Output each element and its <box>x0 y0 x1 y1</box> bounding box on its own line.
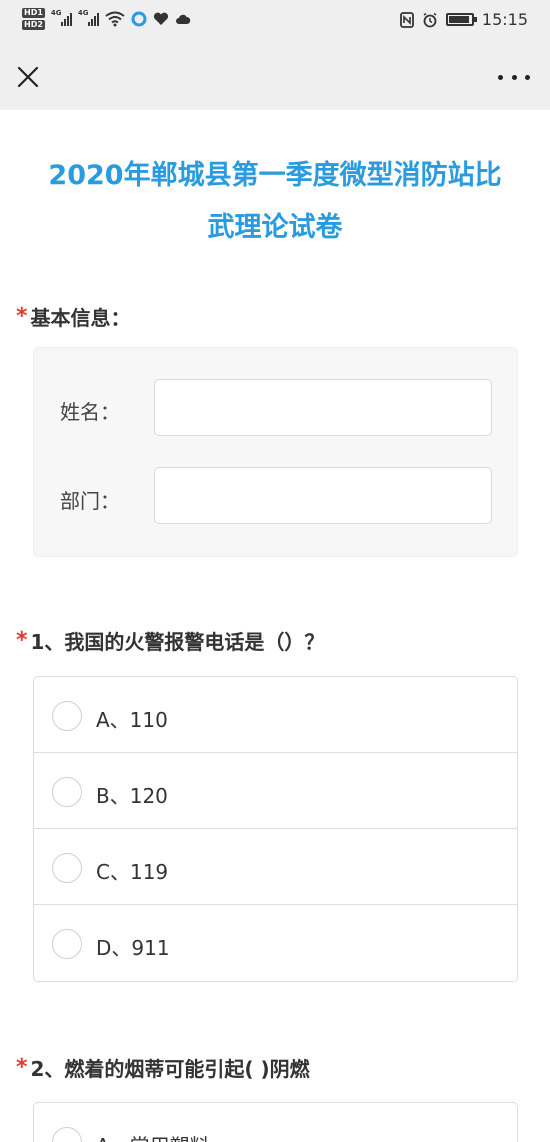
option-label: B、120 <box>96 784 168 808</box>
more-icon-dot <box>498 74 503 80</box>
question-1-heading: * 1、我国的火警报警电话是（）？ <box>16 626 324 655</box>
option-label: C、119 <box>96 860 169 884</box>
more-icon-dot <box>525 74 530 80</box>
hd-icons: HD1 HD2 <box>22 8 45 30</box>
signal-icon: 4G <box>77 9 99 26</box>
radio-button[interactable] <box>52 1127 82 1142</box>
name-label: 姓名： <box>60 400 120 424</box>
question-1-options: A、110 B、120 C、119 D、911 <box>33 676 518 982</box>
question-2-option-a[interactable]: A、常用塑料 <box>34 1103 517 1142</box>
question-1-label: 1、我国的火警报警电话是（）？ <box>30 630 325 654</box>
option-label: D、911 <box>96 936 170 960</box>
question-1-option-d[interactable]: D、911 <box>34 905 517 981</box>
clock: 15:15 <box>481 10 528 29</box>
nfc-icon <box>399 11 414 28</box>
more-icon-dot <box>511 74 517 80</box>
network-type: 4G <box>77 9 89 17</box>
required-mark: * <box>16 1055 28 1080</box>
app-notification-icon <box>131 11 147 27</box>
signal-icon: 4G <box>50 9 72 26</box>
basic-info-label: 基本信息： <box>30 306 131 330</box>
question-1-option-a[interactable]: A、110 <box>34 677 517 753</box>
close-icon <box>17 66 39 88</box>
close-button[interactable] <box>14 63 42 91</box>
network-type: 4G <box>50 9 62 17</box>
question-1-option-c[interactable]: C、119 <box>34 829 517 905</box>
health-icon <box>153 12 168 25</box>
alarm-icon <box>423 12 437 27</box>
hd-icon: HD2 <box>22 20 45 30</box>
name-input[interactable] <box>154 379 492 436</box>
page-title-line1: 2020年郸城县第一季度微型消防站比 <box>48 160 502 191</box>
required-mark: * <box>16 628 28 653</box>
more-options-button[interactable] <box>498 66 530 88</box>
option-label: A、110 <box>96 708 168 732</box>
status-left: HD1 HD2 4G 4G <box>22 8 191 30</box>
basic-info-heading: * 基本信息： <box>16 302 131 331</box>
nav-bar <box>0 44 550 110</box>
radio-button[interactable] <box>52 701 82 731</box>
department-input[interactable] <box>154 467 492 524</box>
option-label: A、常用塑料 <box>96 1130 210 1142</box>
hd-icon: HD1 <box>22 8 45 18</box>
cloud-icon <box>175 14 191 24</box>
department-label: 部门： <box>60 489 120 513</box>
page-title: 2020年郸城县第一季度微型消防站比 武理论试卷 <box>20 150 530 254</box>
required-mark: * <box>16 304 28 329</box>
question-2-options: A、常用塑料 <box>33 1102 518 1142</box>
radio-button[interactable] <box>52 777 82 807</box>
page-title-line2: 武理论试卷 <box>207 212 343 243</box>
question-1-option-b[interactable]: B、120 <box>34 753 517 829</box>
question-2-heading: * 2、燃着的烟蒂可能引起( )阴燃 <box>16 1053 310 1082</box>
basic-info-box: 姓名： 部门： <box>33 347 518 557</box>
radio-button[interactable] <box>52 853 82 883</box>
radio-button[interactable] <box>52 929 82 959</box>
wifi-icon <box>105 11 125 27</box>
status-bar: HD1 HD2 4G 4G 15:15 <box>0 0 550 44</box>
battery-icon <box>445 13 477 26</box>
status-right: 15:15 <box>399 10 528 29</box>
question-2-label: 2、燃着的烟蒂可能引起( )阴燃 <box>30 1057 310 1081</box>
